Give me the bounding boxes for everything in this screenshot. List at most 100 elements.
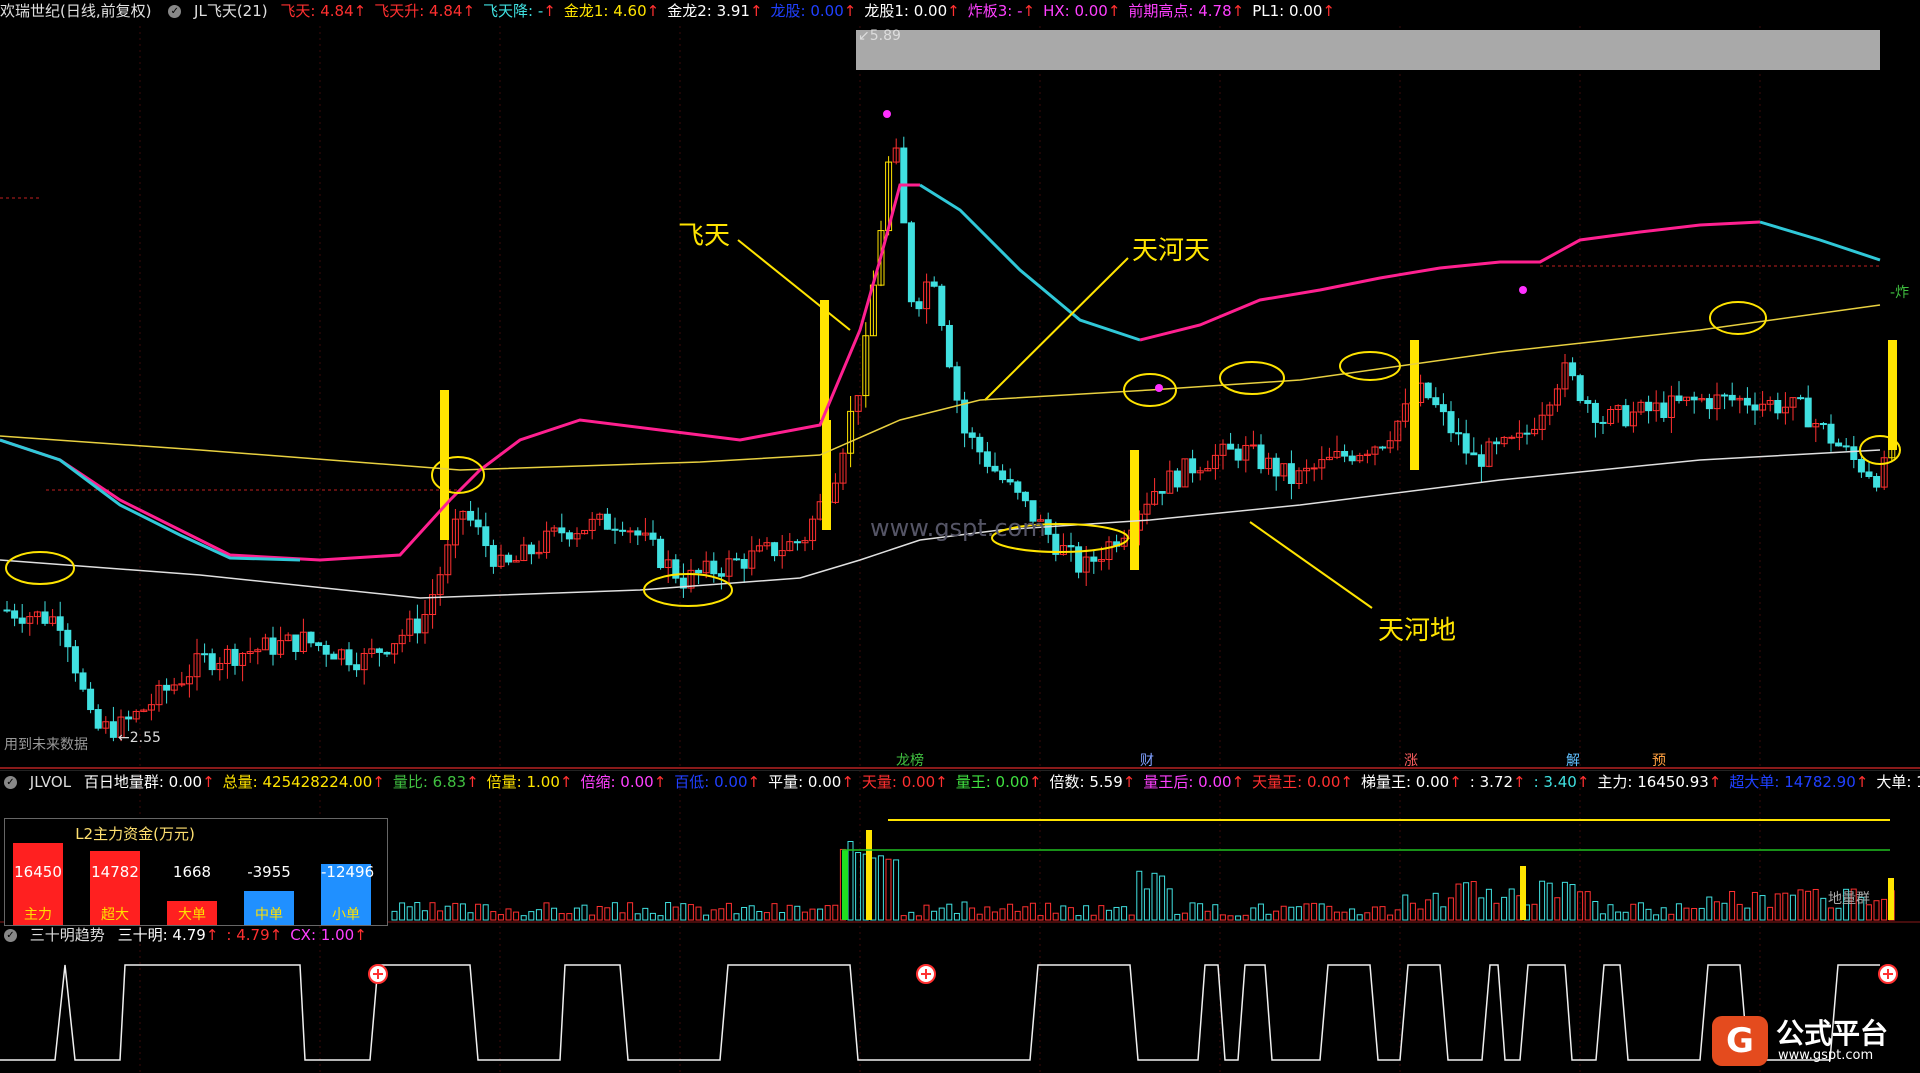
volume-bar [459,903,466,921]
volume-bar [573,907,580,921]
up-arrow-icon: ↑ [1028,773,1042,791]
event-tag-jie[interactable]: 解 [1566,750,1580,770]
candle-body [603,513,611,530]
collapse-icon[interactable]: ✓ [4,929,17,942]
vol-indicator-name[interactable]: JLVOL [30,773,71,791]
signal-dot [883,110,891,118]
candle-body [976,436,984,453]
event-tag-longbang[interactable]: 龙榜 [896,750,924,770]
volume-bar [1607,904,1614,921]
volume-bar [710,909,717,921]
candle-body [1014,481,1022,493]
candle-body [1873,476,1881,488]
volume-bar [946,903,953,921]
volume-bar [414,902,421,921]
candle-body [474,519,482,528]
candle-body [1447,411,1455,434]
volume-bar [1561,881,1568,921]
candle-body [657,538,665,569]
candle-body [413,618,421,634]
candle-body [1645,401,1653,412]
candle-body [1675,395,1683,402]
volume-bar [817,908,824,921]
up-arrow-icon: ↑ [1513,773,1526,791]
candle-body [793,541,801,544]
candle-body [527,544,535,555]
volume-bar [1508,888,1515,921]
volume-bar [1197,903,1204,921]
volume-bar [1257,903,1264,921]
candle-body [3,609,11,612]
volume-bar [1045,902,1052,921]
volume-bar [1812,888,1819,921]
l2-bar: 16450 主力 [13,835,63,925]
annotation-pointer [1249,521,1373,609]
volume-bar [1409,902,1416,921]
volume-bar [1592,901,1599,921]
candle-body [915,301,923,310]
vol-header-item: 主力: 16450.93 [1597,773,1709,791]
l2-bar-value: 1668 [172,863,212,881]
candle-body [125,716,133,720]
logo-icon: G [1712,1016,1768,1066]
volume-bar [672,906,679,921]
volume-bar [1189,902,1196,921]
volume-bar [969,907,976,921]
vol-header-item: : 3.72 [1469,773,1513,791]
candle-body [999,470,1007,481]
volume-bar [1554,897,1561,921]
volume-bar [1789,894,1796,921]
volume-bar [1881,898,1888,921]
volume-bar [748,905,755,921]
l2-bar: -12496 小单 [321,835,374,925]
volume-bar [406,906,413,921]
feitian-down-line [919,183,1141,342]
volume-bar [627,902,634,921]
candle-body [1584,400,1592,404]
event-tag-zhang[interactable]: 涨 [1404,750,1418,770]
event-tag-yu[interactable]: 预 [1652,750,1666,770]
candle-body [1234,448,1242,461]
candle-body [1189,458,1197,474]
candle-body [1827,423,1835,444]
l2-bar-value: 14782 [91,863,139,881]
candle-body [1462,433,1470,454]
volume-bar [1219,914,1226,921]
up-arrow-icon: ↑ [372,773,385,791]
up-arrow-icon: ↑ [1340,773,1353,791]
volume-bar [1121,906,1128,921]
volume-bar [1539,880,1546,921]
volume-bar [1888,878,1894,920]
candle-body [109,721,117,738]
up-arrow-icon: ↑ [202,773,215,791]
candle-body [717,573,725,577]
volume-bar [961,901,968,921]
feitian-up-line [1139,220,1761,342]
volume-bar [1691,908,1698,921]
volume-bar [953,912,960,921]
volume-bar [1736,903,1743,921]
up-arrow-icon: ↑ [354,926,367,944]
up-arrow-icon: ↑ [935,773,948,791]
volume-bar [1280,905,1287,921]
volume-bar [1083,905,1090,921]
volume-bar [794,905,801,921]
event-tag-cai[interactable]: 财 [1140,750,1154,770]
volume-bar [497,914,504,921]
volume-bar [931,910,938,921]
up-arrow-icon: ↑ [466,773,479,791]
volume-bar [1706,896,1713,921]
volume-bar [1645,908,1652,921]
volume-bar [520,915,527,921]
volume-bar [513,911,520,921]
volume-bar [1273,910,1280,921]
volume-bar [551,907,558,921]
candle-body [634,530,642,536]
candle-body [1348,455,1356,462]
trend-indicator-name[interactable]: 三十明趋势 [30,926,105,944]
candle-body [307,631,315,644]
volume-bar [1493,902,1500,921]
candle-body [1591,402,1599,423]
collapse-icon[interactable]: ✓ [4,776,17,789]
breakout-candle [820,300,829,420]
